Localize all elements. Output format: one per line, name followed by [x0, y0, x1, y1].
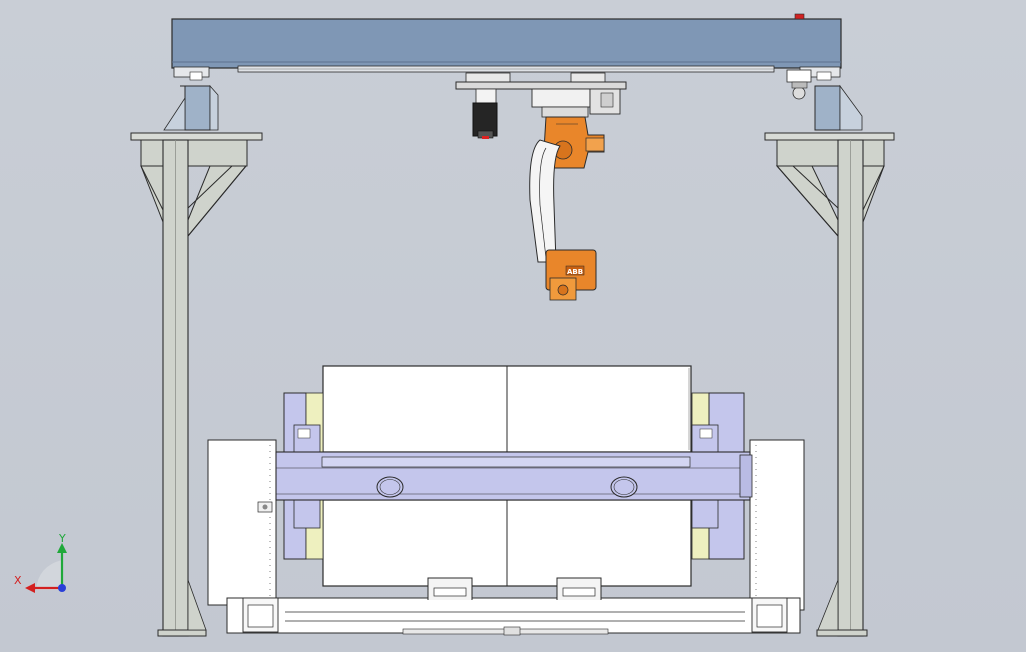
red-indicator	[794, 13, 805, 20]
positioner-beam	[275, 451, 753, 501]
left-headstock	[207, 439, 277, 606]
workpiece-lower	[322, 499, 692, 587]
right-tailstock	[749, 439, 805, 611]
robot-arm: ABB	[529, 88, 621, 301]
gantry-top-beam	[171, 18, 842, 69]
servo-motor	[472, 88, 498, 139]
workpiece-upper	[322, 365, 692, 453]
robot-badge: ABB	[567, 268, 583, 276]
z-axis-dot	[58, 584, 66, 592]
coordinate-triad: Y X	[14, 532, 67, 593]
y-axis-label: Y	[58, 532, 66, 545]
cad-viewport[interactable]: ABB Y X	[0, 0, 1026, 652]
cad-scene: ABB Y X	[14, 13, 895, 637]
x-axis-label: X	[14, 574, 22, 587]
